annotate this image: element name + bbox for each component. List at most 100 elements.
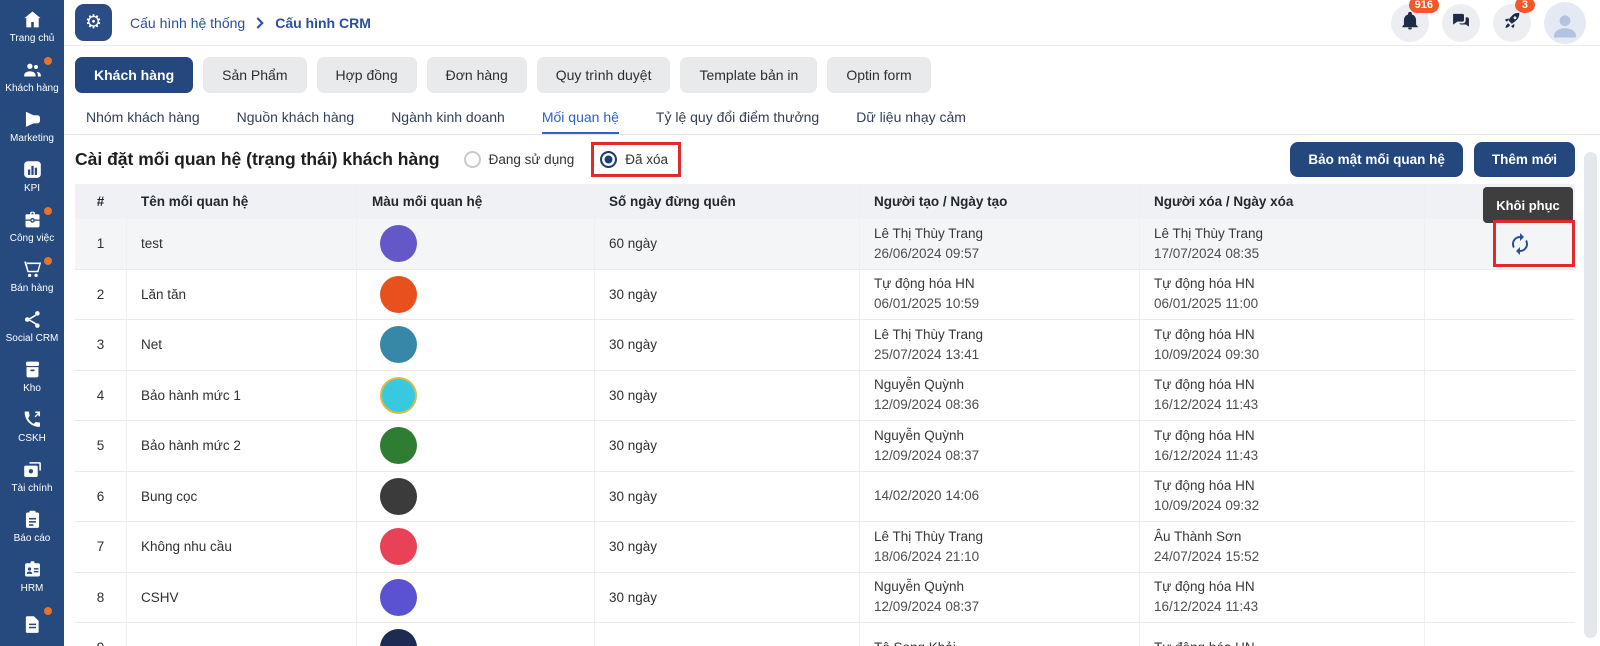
subtab-nguon-khach-hang[interactable]: Nguồn khách hàng — [237, 102, 355, 134]
user-avatar[interactable] — [1544, 2, 1586, 44]
rocket-button[interactable]: 3 — [1493, 4, 1531, 42]
section-header: Cài đặt mối quan hệ (trạng thái) khách h… — [64, 135, 1600, 184]
deleted-date: 17/07/2024 08:35 — [1154, 246, 1259, 262]
sidebar-item-khach-hang[interactable]: Khách hàng — [0, 50, 64, 100]
created-date: 12/09/2024 08:37 — [874, 448, 979, 464]
radio-selected-icon — [600, 151, 617, 168]
deleted-date: 24/07/2024 15:52 — [1154, 549, 1259, 565]
cell-index: 1 — [75, 219, 127, 269]
tab-don-hang[interactable]: Đơn hàng — [427, 57, 527, 93]
table-row: 5Bảo hành mức 230 ngàyNguyễn Quỳnh12/09/… — [75, 421, 1575, 472]
cell-color — [357, 623, 595, 646]
subtab-nganh-kinh-doanh[interactable]: Ngành kinh doanh — [391, 102, 505, 134]
tab-khach-hang[interactable]: Khách hàng — [75, 57, 193, 93]
subtab-moi-quan-he[interactable]: Mối quan hệ — [542, 102, 619, 134]
column-header: # — [75, 184, 127, 219]
creator-name: Tự động hóa HN — [874, 276, 975, 292]
cell-days: 30 ngày — [595, 472, 860, 522]
cell-creator: Tô Song Khải — [860, 623, 1140, 646]
restore-button[interactable] — [1500, 224, 1540, 264]
cell-color — [357, 371, 595, 421]
tab-optin-form[interactable]: Optin form — [827, 57, 930, 93]
radio-label: Đang sử dụng — [489, 152, 575, 167]
rocket-icon — [1502, 11, 1522, 34]
cell-creator: Tự động hóa HN 06/01/2025 10:59 — [860, 270, 1140, 320]
sidebar-item-hrm[interactable]: HRM — [0, 550, 64, 600]
sidebar-item-more[interactable] — [0, 600, 64, 646]
radio-dang-su-dung[interactable]: Đang sử dụng — [464, 151, 575, 168]
cell-creator: Lê Thị Thùy Trang 26/06/2024 09:57 — [860, 219, 1140, 269]
deleted-date: 16/12/2024 11:43 — [1154, 397, 1258, 413]
module-tabs: Khách hàng Sản Phẩm Hợp đồng Đơn hàng Quy tr… — [64, 46, 1600, 102]
relationship-color-dot — [380, 629, 417, 646]
sidebar-item-trang-chu[interactable]: Trang chủ — [0, 0, 64, 50]
cell-days: 60 ngày — [595, 219, 860, 269]
tab-san-pham[interactable]: Sản Phẩm — [203, 57, 306, 93]
created-date: 26/06/2024 09:57 — [874, 246, 979, 262]
tab-template-ban-in[interactable]: Template bản in — [680, 57, 817, 93]
briefcase-icon — [22, 209, 43, 230]
deleted-date: 16/12/2024 11:43 — [1154, 599, 1258, 615]
status-radio-group: Đang sử dụng Đã xóa — [464, 151, 668, 168]
sidebar-item-social-crm[interactable]: Social CRM — [0, 300, 64, 350]
cell-deleter: Tự động hóa HN10/09/2024 09:32 — [1140, 472, 1425, 522]
bao-mat-moi-quan-he-button[interactable]: Bảo mật mối quan hệ — [1290, 142, 1463, 177]
sidebar-item-label: Trang chủ — [10, 33, 55, 44]
sidebar-item-kho[interactable]: Kho — [0, 350, 64, 400]
sidebar-item-cong-viec[interactable]: Công việc — [0, 200, 64, 250]
radio-label: Đã xóa — [625, 152, 668, 167]
subtab-nhom-khach-hang[interactable]: Nhóm khách hàng — [86, 102, 200, 134]
subtab-du-lieu-nhay-cam[interactable]: Dữ liệu nhạy cảm — [856, 102, 966, 134]
breadcrumb: Cấu hình hệ thống Cấu hình CRM — [130, 15, 371, 31]
notification-dot — [44, 57, 52, 65]
cell-deleter: Tự động hóa HN10/09/2024 09:30 — [1140, 320, 1425, 370]
sidebar-item-tai-chinh[interactable]: Tài chính — [0, 450, 64, 500]
table-row: 3Net30 ngàyLê Thị Thùy Trang25/07/2024 1… — [75, 320, 1575, 371]
relationship-color-dot — [380, 478, 417, 515]
cell-name: test — [127, 219, 357, 269]
phone-icon — [22, 409, 43, 430]
cell-color — [357, 522, 595, 572]
cell-days: 30 ngày — [595, 270, 860, 320]
subtab-ty-le-quy-doi-diem-thuong[interactable]: Tỷ lệ quy đổi điểm thưởng — [656, 102, 819, 134]
cell-name: Bảo hành mức 1 — [127, 371, 357, 421]
cell-color — [357, 472, 595, 522]
table-row: 9Tô Song KhảiTự động hóa HN — [75, 623, 1575, 646]
creator-name: Tô Song Khải — [874, 640, 956, 646]
cell-creator: Nguyễn Quỳnh12/09/2024 08:37 — [860, 573, 1140, 623]
sidebar-item-bao-cao[interactable]: Báo cáo — [0, 500, 64, 550]
table-row: 6Bung cọc30 ngày14/02/2020 14:06Tự động … — [75, 472, 1575, 523]
cell-index: 6 — [75, 472, 127, 522]
radio-da-xoa[interactable]: Đã xóa — [600, 151, 668, 168]
sidebar-item-cskh[interactable]: CSKH — [0, 400, 64, 450]
finance-icon — [22, 459, 43, 480]
person-icon — [1550, 2, 1580, 43]
column-header: Số ngày đừng quên — [595, 184, 860, 219]
chat-button[interactable] — [1442, 4, 1480, 42]
tab-hop-dong[interactable]: Hợp đồng — [317, 57, 417, 93]
tab-quy-trinh-duyet[interactable]: Quy trình duyệt — [537, 57, 671, 93]
creator-name: Nguyễn Quỳnh — [874, 377, 964, 393]
cell-actions — [1425, 421, 1575, 471]
cell-days: 30 ngày — [595, 320, 860, 370]
bell-badge: 916 — [1409, 0, 1439, 13]
cell-name: Không nhu cầu — [127, 522, 357, 572]
sidebar-item-ban-hang[interactable]: Bán hàng — [0, 250, 64, 300]
deleter-name: Tự động hóa HN — [1154, 478, 1255, 494]
creator-name: Nguyễn Quỳnh — [874, 428, 964, 444]
breadcrumb-current: Cấu hình CRM — [275, 15, 371, 31]
sidebar-item-marketing[interactable]: Marketing — [0, 100, 64, 150]
sidebar-item-kpi[interactable]: KPI — [0, 150, 64, 200]
relationship-color-dot — [380, 276, 417, 313]
creator-name: Lê Thị Thùy Trang — [874, 226, 983, 242]
cell-deleter: Tự động hóa HN06/01/2025 11:00 — [1140, 270, 1425, 320]
them-moi-button[interactable]: Thêm mới — [1474, 142, 1575, 177]
created-date: 06/01/2025 10:59 — [874, 296, 979, 312]
cell-creator: Nguyễn Quỳnh 12/09/2024 08:37 — [860, 421, 1140, 471]
deleted-date: 16/12/2024 11:43 — [1154, 448, 1258, 464]
notifications-bell-button[interactable]: 916 — [1391, 4, 1429, 42]
deleter-name: Tự động hóa HN — [1154, 377, 1255, 393]
breadcrumb-parent[interactable]: Cấu hình hệ thống — [130, 15, 245, 31]
vertical-scrollbar[interactable] — [1584, 152, 1597, 638]
settings-gear-button[interactable]: ⚙ — [75, 4, 112, 41]
